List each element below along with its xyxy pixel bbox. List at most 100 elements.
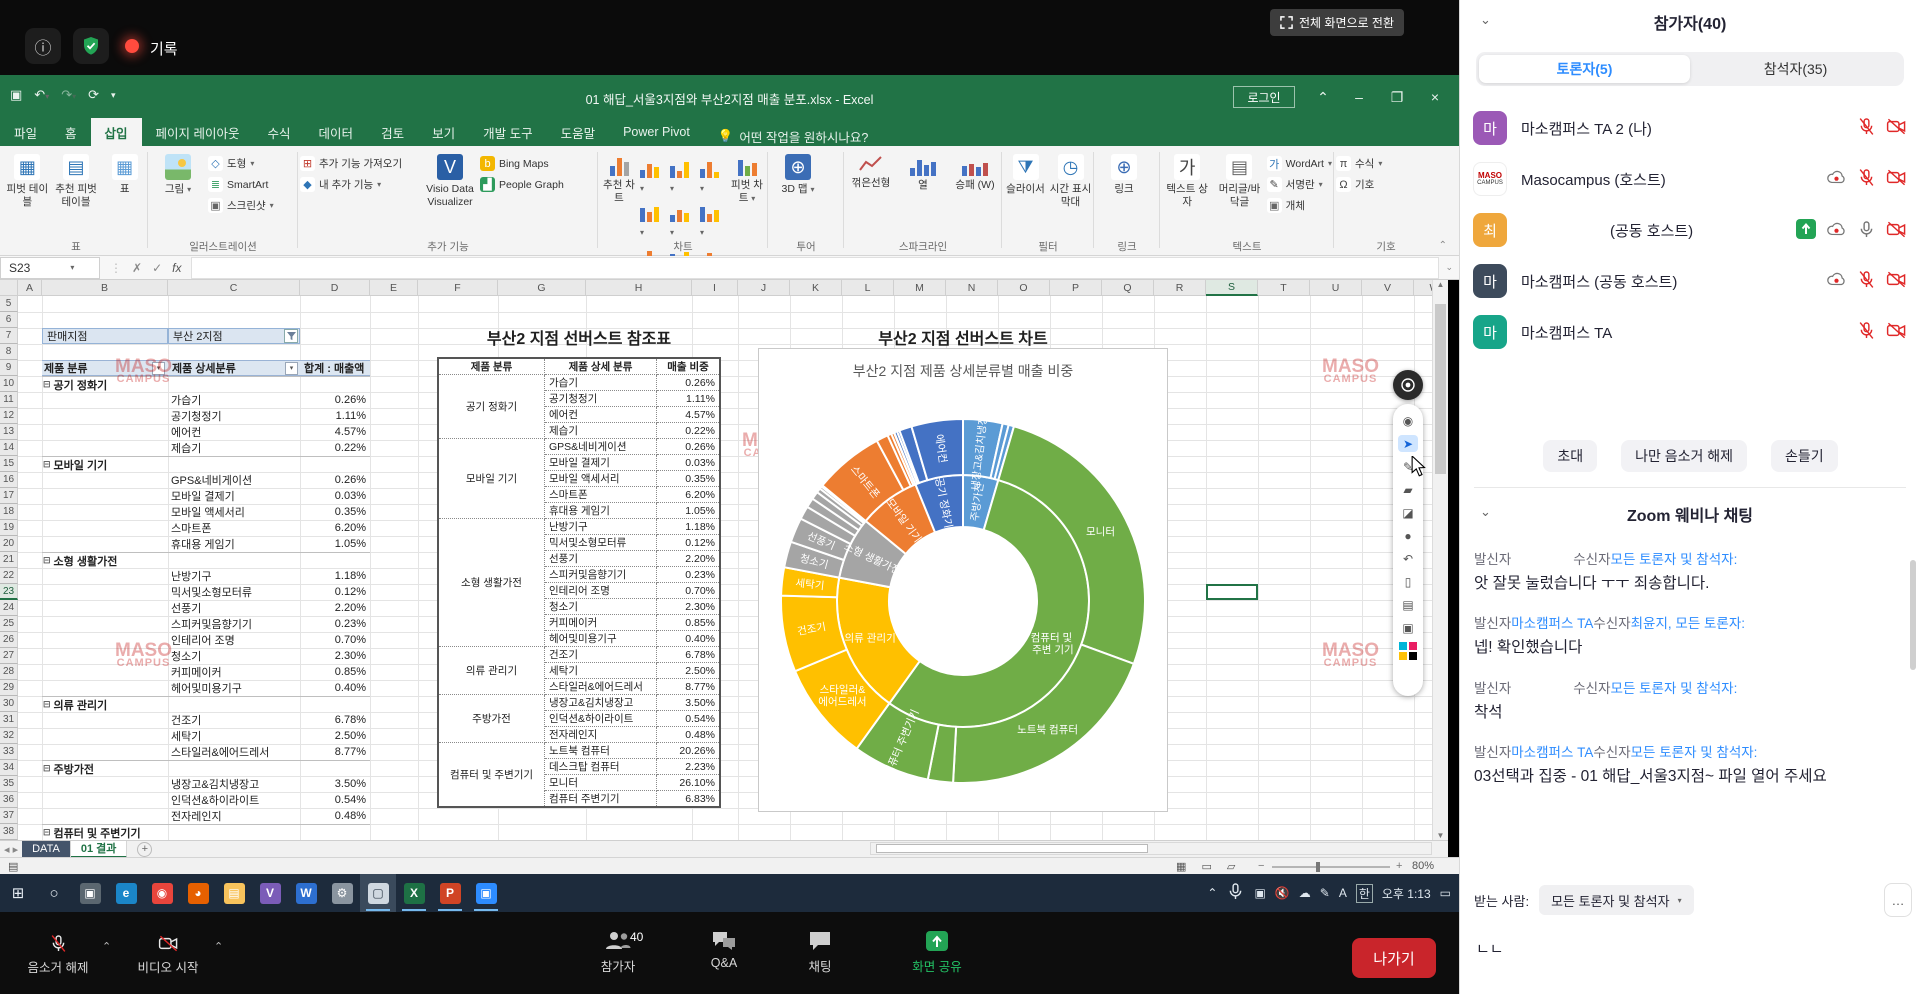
row-header-32[interactable]: 32 [0, 728, 18, 744]
row-header-28[interactable]: 28 [0, 664, 18, 680]
ribbon-button-머리글/바닥글[interactable]: ▤머리글/바닥글 [1214, 152, 1264, 209]
ribbon-button-피벗 테이블[interactable]: ▦피벗 테이블 [4, 152, 51, 209]
ribbon-button-개체[interactable]: ▣개체 [1267, 198, 1332, 213]
ribbon-button-내 추가 기능[interactable]: ◆내 추가 기능▾ [300, 177, 420, 192]
leave-button[interactable]: 나가기 [1352, 938, 1436, 978]
row-header-30[interactable]: 30 [0, 696, 18, 712]
chart-type-icon-2[interactable]: ▾ [700, 156, 726, 196]
undo-icon[interactable]: ↶ [1398, 550, 1418, 567]
ribbon-button-추가 기능 가져오기[interactable]: ⊞추가 기능 가져오기 [300, 156, 420, 171]
tab-삽입[interactable]: 삽입 [91, 118, 142, 146]
login-button[interactable]: 로그인 [1233, 86, 1295, 108]
panel-tab-참석자(35)[interactable]: 참석자(35) [1690, 55, 1901, 83]
vertical-scroll-thumb[interactable] [1435, 304, 1446, 474]
row-header-8[interactable]: 8 [0, 344, 18, 360]
action-center-icon[interactable]: ▭ [1440, 886, 1451, 900]
taskbar-explorer-icon[interactable]: ▤ [216, 874, 252, 912]
column-header-V[interactable]: V [1362, 280, 1414, 296]
row-header-34[interactable]: 34 [0, 760, 18, 776]
color-palette[interactable] [1399, 642, 1417, 660]
taskbar-zoom-icon[interactable]: ▣ [468, 874, 504, 912]
ribbon-button-3D 맵[interactable]: ⊕3D 맵 ▾ [770, 152, 826, 196]
taskbar-powerpoint-icon[interactable]: P [432, 874, 468, 912]
row-header-33[interactable]: 33 [0, 744, 18, 760]
filter-funnel-icon[interactable] [284, 329, 298, 343]
mic-icon[interactable] [1857, 220, 1876, 244]
chart-type-icon-0[interactable]: ▾ [640, 156, 666, 196]
ribbon-button-스크린샷[interactable]: ▣스크린샷▾ [208, 198, 274, 213]
trash-icon[interactable]: ▯ [1398, 573, 1418, 590]
ribbon-button-그림[interactable]: 그림 ▾ [150, 152, 206, 196]
mic-muted-icon[interactable] [1857, 321, 1876, 345]
sheet-nav-icons[interactable]: ◂ ▸ [0, 843, 22, 856]
row-header-37[interactable]: 37 [0, 808, 18, 824]
pivot-group-row[interactable]: ⊟공기 정화기 [42, 376, 370, 392]
ribbon-button-추천 차트[interactable]: 추천 차트 [600, 152, 638, 205]
column-header-Q[interactable]: Q [1102, 280, 1154, 296]
worksheet-grid[interactable]: ABCDEFGHIJKLMNOPQRSTUVW56789101112131415… [0, 280, 1448, 840]
collapse-group-icon[interactable]: ⊟ [43, 379, 51, 390]
sheet-tab-01-result[interactable]: 01 결과 [71, 841, 128, 858]
row-header-16[interactable]: 16 [0, 472, 18, 488]
pivot-group-row[interactable]: ⊟컴퓨터 및 주변기기 [42, 824, 370, 840]
mic-chevron-icon[interactable]: ⌃ [102, 940, 111, 953]
video-off-icon[interactable] [1886, 321, 1907, 345]
tray-mic-icon[interactable] [1226, 882, 1245, 904]
tab-검토[interactable]: 검토 [367, 118, 418, 146]
zoom-out-icon[interactable]: − [1258, 860, 1264, 872]
ribbon-display-options-icon[interactable]: ⌃ [1308, 84, 1338, 110]
ribbon-button-추천 피벗 테이블[interactable]: ▤추천 피벗 테이블 [53, 152, 100, 209]
cloud-recording-icon[interactable] [1826, 169, 1847, 191]
tray-volume-muted-icon[interactable]: 🔇 [1275, 886, 1290, 900]
taskbar-security-icon[interactable]: ▣ [72, 874, 108, 912]
column-header-G[interactable]: G [498, 280, 586, 296]
row-header-25[interactable]: 25 [0, 616, 18, 632]
chart-type-icon-4[interactable]: ▾ [670, 200, 696, 240]
tray-ime-ko[interactable]: 한 [1356, 884, 1373, 903]
tray-clock[interactable]: 오후 1:13 [1382, 885, 1431, 902]
row-header-36[interactable]: 36 [0, 792, 18, 808]
row-header-7[interactable]: 7 [0, 328, 18, 344]
participant-row[interactable]: MASOCAMPUSMasocampus (호스트) [1460, 154, 1920, 204]
ribbon-button-수식[interactable]: π수식▾ [1336, 156, 1382, 171]
row-header-31[interactable]: 31 [0, 712, 18, 728]
select-arrow-icon[interactable]: ➤ [1398, 435, 1418, 452]
ribbon-button-승패 (W)[interactable]: 승패 (W) [950, 152, 1000, 192]
row-header-10[interactable]: 10 [0, 376, 18, 392]
ribbon-button-Visio Data Visualizer[interactable]: VVisio Data Visualizer [422, 152, 478, 209]
video-off-icon[interactable] [1886, 117, 1907, 141]
clipboard-icon[interactable]: ▣ [1398, 619, 1418, 636]
tray-window-icon[interactable]: ▣ [1254, 886, 1265, 900]
confirm-entry-icon[interactable]: ✓ [152, 261, 162, 275]
formula-input[interactable] [191, 257, 1439, 279]
column-header-U[interactable]: U [1310, 280, 1362, 296]
column-header-A[interactable]: A [18, 280, 42, 296]
name-box[interactable]: S23▾ [0, 257, 100, 279]
row-header-13[interactable]: 13 [0, 424, 18, 440]
palette-color[interactable] [1409, 652, 1417, 660]
spotlight-icon[interactable]: ● [1398, 527, 1418, 544]
pivot-filter-dropdown-icon[interactable]: ▾ [152, 362, 165, 375]
ribbon-button-텍스트 상자[interactable]: 가텍스트 상자 [1162, 152, 1212, 209]
tab-파일[interactable]: 파일 [0, 118, 51, 146]
row-header-29[interactable]: 29 [0, 680, 18, 696]
chart-type-icon-1[interactable]: ▾ [670, 156, 696, 196]
tellme-box[interactable]: 💡어떤 작업을 원하시나요? [718, 127, 868, 146]
qa-button[interactable]: Q&A [684, 930, 764, 970]
cloud-recording-icon[interactable] [1826, 221, 1847, 243]
taskbar-edge-icon[interactable]: e [108, 874, 144, 912]
column-header-F[interactable]: F [418, 280, 498, 296]
row-header-26[interactable]: 26 [0, 632, 18, 648]
ribbon-button-링크[interactable]: ⊕링크 [1096, 152, 1152, 196]
tray-ime-a[interactable]: A [1339, 886, 1347, 900]
tab-홈[interactable]: 홈 [51, 118, 91, 146]
new-sheet-button[interactable]: + [137, 842, 152, 857]
zoom-in-icon[interactable]: + [1396, 860, 1402, 872]
ribbon-button-기호[interactable]: Ω기호 [1336, 177, 1382, 192]
mic-muted-icon[interactable] [1857, 117, 1876, 141]
row-header-20[interactable]: 20 [0, 536, 18, 552]
tray-pen-icon[interactable]: ✎ [1320, 886, 1330, 900]
select-all-corner[interactable] [0, 280, 18, 296]
action-button-초대[interactable]: 초대 [1543, 440, 1597, 472]
taskbar-app-purple-icon[interactable]: V [252, 874, 288, 912]
